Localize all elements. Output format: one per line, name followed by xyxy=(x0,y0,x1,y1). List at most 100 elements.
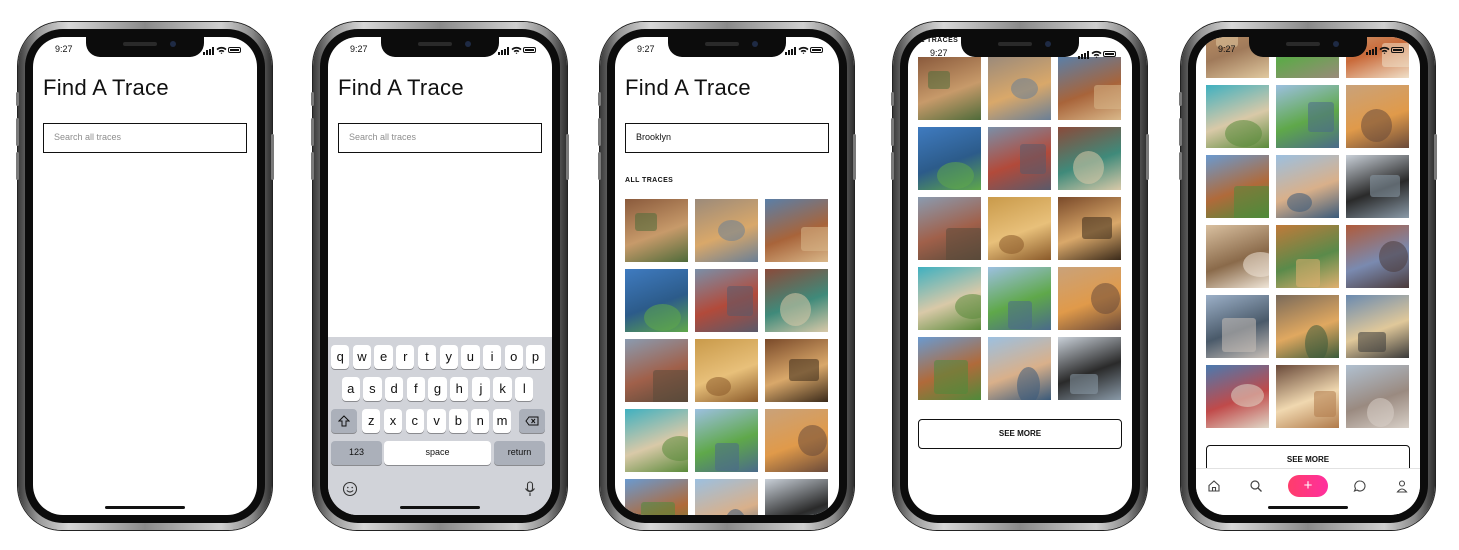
power-button xyxy=(566,134,569,180)
key-e[interactable]: e xyxy=(374,345,393,369)
key-i[interactable]: i xyxy=(482,345,502,369)
photo-thumbnail[interactable] xyxy=(1276,365,1339,428)
photo-thumbnail[interactable] xyxy=(1058,197,1121,260)
photo-thumbnail[interactable] xyxy=(1206,225,1269,288)
photo-grid xyxy=(625,199,828,515)
photo-thumbnail[interactable] xyxy=(1276,225,1339,288)
keyboard: qwertyuiop asdfghjkl zxcvbnm 123 space r… xyxy=(328,337,552,515)
photo-thumbnail[interactable] xyxy=(1346,365,1409,428)
photo-thumbnail[interactable] xyxy=(1276,295,1339,358)
photo-thumbnail[interactable] xyxy=(695,479,758,515)
key-v[interactable]: v xyxy=(427,409,446,433)
photo-thumbnail[interactable] xyxy=(625,339,688,402)
photo-thumbnail[interactable] xyxy=(1206,155,1269,218)
key-c[interactable]: c xyxy=(405,409,424,433)
photo-thumbnail[interactable] xyxy=(765,409,828,472)
key-r[interactable]: r xyxy=(396,345,415,369)
battery-icon xyxy=(228,47,241,53)
photo-thumbnail[interactable] xyxy=(695,199,758,262)
photo-thumbnail[interactable] xyxy=(1276,155,1339,218)
photo-thumbnail[interactable] xyxy=(765,199,828,262)
search-input[interactable]: Search all traces xyxy=(43,123,247,153)
key-o[interactable]: o xyxy=(504,345,523,369)
key-d[interactable]: d xyxy=(384,377,404,401)
photo-thumbnail[interactable] xyxy=(625,409,688,472)
profile-icon[interactable] xyxy=(1394,478,1410,494)
key-w[interactable]: w xyxy=(352,345,372,369)
volume-button xyxy=(1179,118,1182,146)
photo-thumbnail[interactable] xyxy=(918,127,981,190)
key-m[interactable]: m xyxy=(492,409,512,433)
key-n[interactable]: n xyxy=(471,409,490,433)
photo-thumbnail[interactable] xyxy=(1058,267,1121,330)
photo-thumbnail[interactable] xyxy=(1058,127,1121,190)
volume-button xyxy=(891,152,894,180)
photo-thumbnail[interactable] xyxy=(918,267,981,330)
photo-thumbnail[interactable] xyxy=(918,337,981,400)
photo-thumbnail[interactable] xyxy=(1058,337,1121,400)
key-p[interactable]: p xyxy=(526,345,545,369)
photo-thumbnail[interactable] xyxy=(988,197,1051,260)
photo-thumbnail[interactable] xyxy=(1346,225,1409,288)
key-x[interactable]: x xyxy=(383,409,403,433)
search-input[interactable]: Search all traces xyxy=(338,123,542,153)
key-t[interactable]: t xyxy=(417,345,437,369)
photo-thumbnail[interactable] xyxy=(695,269,758,332)
photo-thumbnail[interactable] xyxy=(625,479,688,515)
photo-thumbnail[interactable] xyxy=(1346,155,1409,218)
photo-thumbnail[interactable] xyxy=(988,267,1051,330)
shift-key[interactable] xyxy=(331,409,357,433)
side-button xyxy=(1179,92,1182,106)
volume-button xyxy=(598,152,601,180)
wifi-icon xyxy=(216,46,227,54)
photo-thumbnail[interactable] xyxy=(1276,85,1339,148)
photo-thumbnail[interactable] xyxy=(1206,365,1269,428)
photo-thumbnail[interactable] xyxy=(1206,85,1269,148)
search-input[interactable]: Brooklyn xyxy=(625,123,829,153)
photo-thumbnail[interactable] xyxy=(765,479,828,515)
backspace-key[interactable] xyxy=(519,409,545,433)
photo-thumbnail[interactable] xyxy=(918,57,981,120)
return-key[interactable]: return xyxy=(494,441,545,465)
photo-thumbnail[interactable] xyxy=(765,269,828,332)
photo-thumbnail[interactable] xyxy=(625,269,688,332)
key-y[interactable]: y xyxy=(439,345,458,369)
photo-thumbnail[interactable] xyxy=(988,337,1051,400)
search-icon[interactable] xyxy=(1248,478,1264,494)
photo-thumbnail[interactable] xyxy=(765,339,828,402)
photo-thumbnail[interactable] xyxy=(1346,85,1409,148)
numbers-key[interactable]: 123 xyxy=(331,441,382,465)
volume-button xyxy=(1179,152,1182,180)
photo-thumbnail[interactable] xyxy=(695,339,758,402)
key-k[interactable]: k xyxy=(493,377,512,401)
key-j[interactable]: j xyxy=(471,377,491,401)
photo-thumbnail[interactable] xyxy=(988,127,1051,190)
chat-icon[interactable] xyxy=(1352,478,1368,494)
home-icon[interactable] xyxy=(1206,478,1222,494)
emoji-icon[interactable] xyxy=(342,481,358,497)
see-more-button[interactable]: SEE MORE xyxy=(918,419,1122,449)
key-z[interactable]: z xyxy=(362,409,381,433)
key-a[interactable]: a xyxy=(341,377,360,401)
photo-thumbnail[interactable] xyxy=(1346,295,1409,358)
status-bar: 9:27 xyxy=(615,44,839,58)
phone-3: 9:27 Find A Trace Brooklyn ALL TRACES xyxy=(598,22,856,530)
key-l[interactable]: l xyxy=(515,377,534,401)
key-f[interactable]: f xyxy=(406,377,425,401)
key-q[interactable]: q xyxy=(331,345,350,369)
keyboard-row: asdfghjkl xyxy=(328,377,552,401)
space-key[interactable]: space xyxy=(384,441,491,465)
photo-thumbnail[interactable] xyxy=(988,57,1051,120)
photo-thumbnail[interactable] xyxy=(1206,295,1269,358)
key-g[interactable]: g xyxy=(428,377,447,401)
key-u[interactable]: u xyxy=(461,345,480,369)
photo-thumbnail[interactable] xyxy=(1058,57,1121,120)
key-h[interactable]: h xyxy=(450,377,469,401)
key-b[interactable]: b xyxy=(449,409,468,433)
photo-thumbnail[interactable] xyxy=(695,409,758,472)
microphone-icon[interactable] xyxy=(524,481,536,497)
key-s[interactable]: s xyxy=(363,377,382,401)
add-button[interactable]: + xyxy=(1288,475,1328,497)
photo-thumbnail[interactable] xyxy=(625,199,688,262)
photo-thumbnail[interactable] xyxy=(918,197,981,260)
